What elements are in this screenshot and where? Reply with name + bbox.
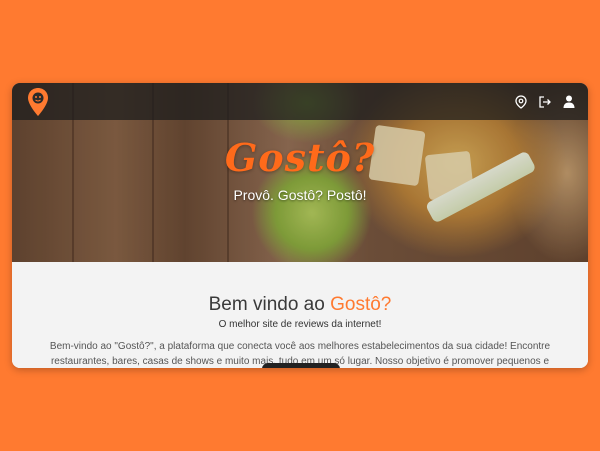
welcome-heading: Bem vindo ao Gostô? [12, 294, 588, 316]
scroll-pill[interactable] [262, 363, 340, 368]
welcome-subtitle: O melhor site de reviews da internet! [218, 319, 382, 330]
brand-tagline: Provô. Gostô? Postô! [233, 187, 367, 203]
location-icon[interactable] [514, 94, 528, 109]
logout-icon[interactable] [538, 95, 552, 109]
welcome-section: Bem vindo ao Gostô? O melhor site de rev… [12, 262, 588, 368]
top-navbar [12, 83, 588, 120]
map-pin-logo-icon[interactable] [27, 87, 49, 117]
brand-title: Gostô? [224, 135, 376, 180]
nav-icons [514, 94, 576, 109]
hero-banner: Gostô? Provô. Gostô? Postô! [12, 83, 588, 262]
welcome-prefix: Bem vindo ao [208, 294, 331, 315]
welcome-brand: Gostô? [330, 294, 392, 315]
browser-frame: Gostô? Provô. Gostô? Postô! Bem vindo ao… [12, 83, 588, 368]
user-icon[interactable] [562, 95, 576, 109]
